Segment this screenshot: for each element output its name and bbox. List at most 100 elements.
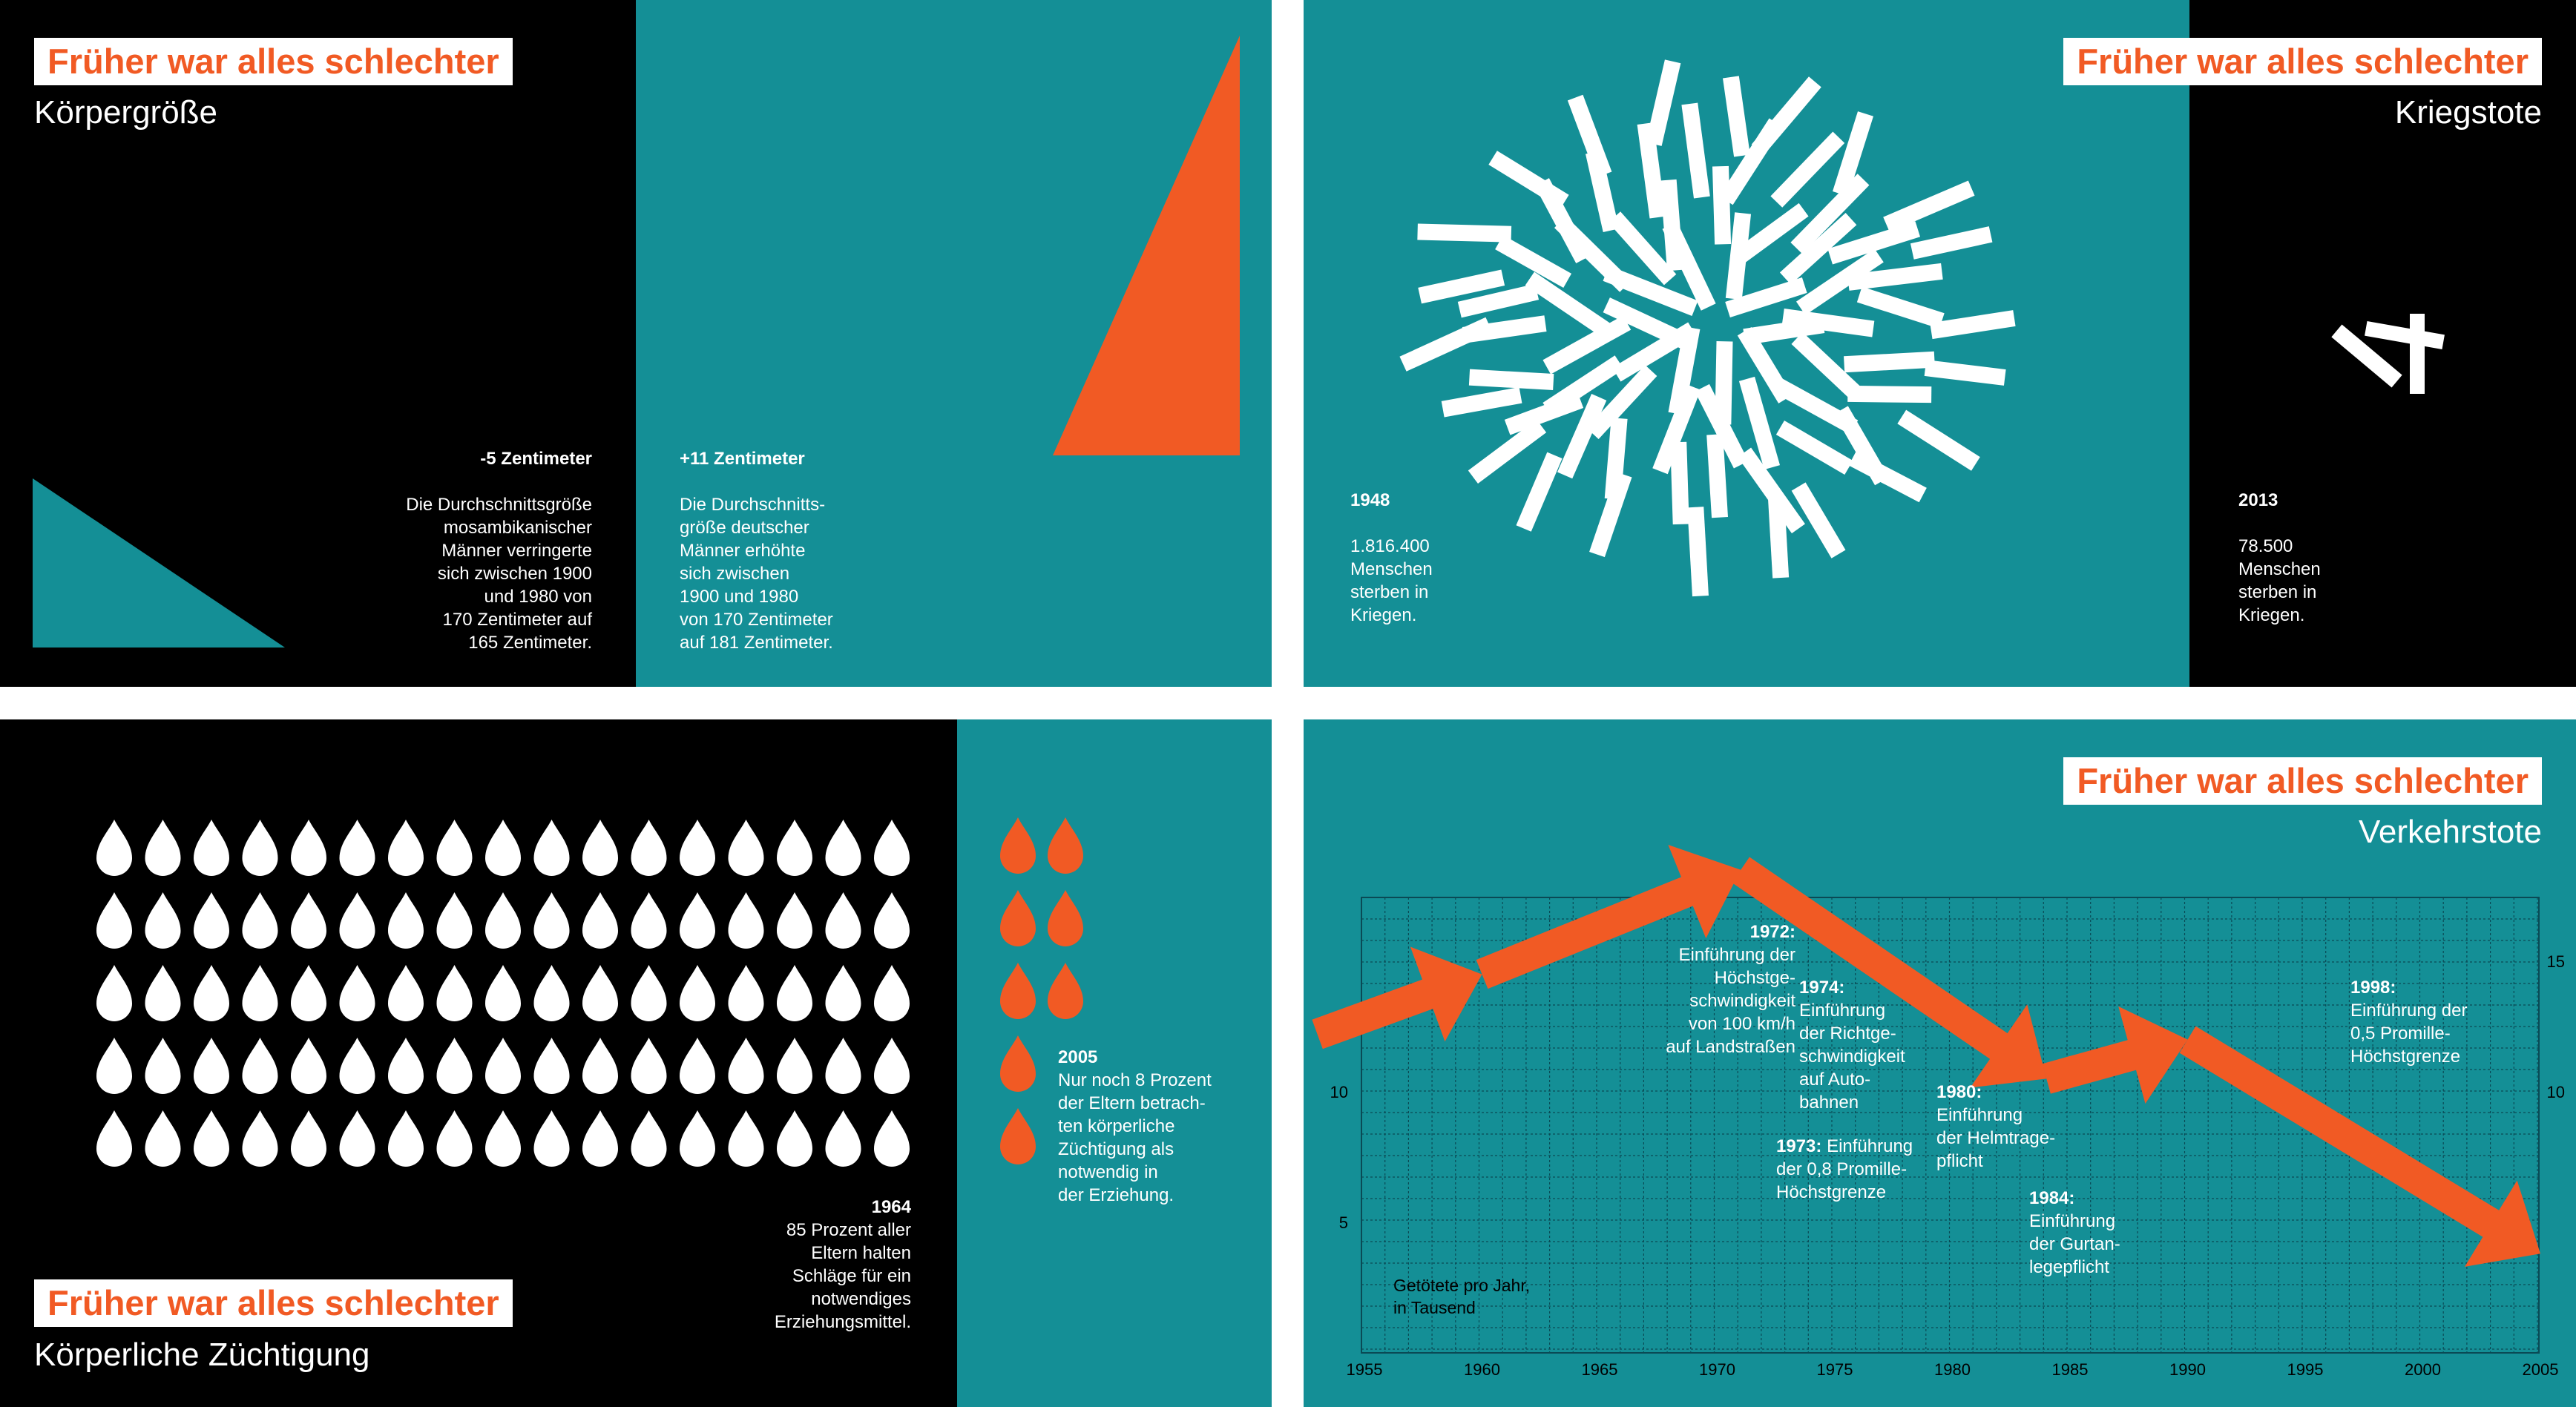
x-tick-label: 2000 [2405, 1360, 2441, 1379]
drop [485, 820, 521, 876]
drop [777, 820, 812, 876]
bar [1516, 452, 1563, 532]
year: 1973: [1776, 1136, 1822, 1156]
drop [436, 820, 473, 876]
body: Nur noch 8 Prozent der Eltern betrach- t… [1058, 1070, 1212, 1205]
teal-triangle-decrease [33, 478, 285, 648]
drop [874, 965, 910, 1021]
drop [728, 820, 764, 876]
bar [1687, 507, 1709, 597]
body: 85 Prozent aller Eltern halten Schläge f… [774, 1220, 911, 1332]
drop [680, 820, 715, 876]
drop [1048, 890, 1083, 946]
y-tick-label-right: 10 [2547, 1083, 2565, 1101]
drop [96, 965, 132, 1021]
drop [533, 1038, 570, 1094]
drop [485, 1038, 521, 1094]
series-title-tag: Früher war alles schlechter [34, 1279, 513, 1327]
bar [1847, 385, 1932, 403]
bar [1488, 151, 1569, 209]
bar [1660, 179, 1683, 271]
bar [1670, 441, 1689, 525]
mozambique-text: -5 Zentimeter Die Durchschnittsgröße mos… [386, 447, 592, 654]
drop [1000, 963, 1036, 1019]
x-tick-label: 1975 [1817, 1360, 1853, 1379]
body: Die Durchschnittsgröße mosambikanischer … [406, 495, 592, 653]
drop [874, 892, 910, 949]
drop [582, 820, 618, 876]
drop [291, 892, 326, 949]
drop [533, 965, 570, 1021]
drop [96, 1038, 132, 1094]
bar [1910, 226, 1993, 260]
drop [680, 1110, 715, 1167]
drop [96, 1110, 132, 1167]
text: Einführung der Höchstge- schwindigkeit v… [1666, 945, 1795, 1057]
drop [1000, 890, 1036, 946]
drop [631, 1110, 667, 1167]
drop [825, 1110, 861, 1167]
text: Einführung der Gurtan- legepflicht [2029, 1211, 2120, 1277]
drop [728, 1038, 764, 1094]
drop [339, 1110, 375, 1167]
text: Einführung der 0,5 Promille- Höchstgrenz… [2350, 1001, 2468, 1067]
drop [242, 1110, 278, 1167]
bar [1468, 419, 1547, 484]
germany-text: +11 Zentimeter Die Durchschnitts- größe … [680, 447, 902, 654]
bar [1844, 351, 1935, 373]
drop [436, 1110, 473, 1167]
panel-subtitle: Körpergröße [34, 94, 218, 131]
annotation-1980: 1980: Einführung der Helmtrage- pflicht [1936, 1081, 2100, 1173]
series-title-tag: Früher war alles schlechter [2063, 38, 2542, 85]
drop [1000, 817, 1036, 874]
drop [825, 1038, 861, 1094]
bar [1646, 59, 1681, 146]
annotation-1972: 1972: Einführung der Höchstge- schwindig… [1608, 920, 1795, 1058]
drop [582, 892, 618, 949]
drop [194, 892, 229, 949]
drop [242, 820, 278, 876]
drop [1000, 1035, 1036, 1092]
drop [145, 1110, 181, 1167]
year: 1948 [1350, 490, 1390, 510]
x-tick-label: 1960 [1464, 1360, 1500, 1379]
year: 1974: [1799, 978, 1845, 998]
drop [96, 820, 132, 876]
drop [242, 965, 278, 1021]
panel-kriegstote: Früher war alles schlechter Kriegstote 1… [1304, 0, 2576, 687]
drop [825, 965, 861, 1021]
drop [194, 1110, 229, 1167]
drop [388, 1110, 424, 1167]
drop [728, 1110, 764, 1167]
drop [825, 892, 861, 949]
bar [1924, 360, 2006, 386]
drop [680, 1038, 715, 1094]
drop [145, 820, 181, 876]
x-tick-label: 1980 [1934, 1360, 1971, 1379]
drop [533, 820, 570, 876]
text-2005: 2005 Nur noch 8 Prozent der Eltern betra… [1058, 1046, 1251, 1207]
y-tick-label-right: 15 [2547, 952, 2565, 971]
x-tick-label: 1970 [1699, 1360, 1735, 1379]
year: 1984: [2029, 1188, 2075, 1208]
drop [388, 820, 424, 876]
body: 78.500 Menschen sterben in Kriegen. [2238, 536, 2321, 625]
bar [1770, 131, 1845, 208]
drop [339, 1038, 375, 1094]
panel-subtitle: Kriegstote [2394, 94, 2542, 131]
heading: +11 Zentimeter [680, 449, 805, 469]
drop [291, 965, 326, 1021]
drop [242, 1038, 278, 1094]
y-caption: Getötete pro Jahr, in Tausend [1393, 1276, 1531, 1317]
drop [631, 820, 667, 876]
bar [1712, 165, 1732, 245]
panel-subtitle: Körperliche Züchtigung [34, 1337, 370, 1373]
drop [145, 892, 181, 949]
year: 1964 [871, 1197, 911, 1217]
series-title-tag: Früher war alles schlechter [2063, 757, 2542, 805]
year: 1972: [1749, 922, 1795, 942]
panel-zuechtigung: 1964 85 Prozent aller Eltern halten Schl… [0, 719, 1272, 1407]
bar [1897, 409, 1980, 471]
drop [485, 965, 521, 1021]
x-tick-label: 1955 [1347, 1360, 1383, 1379]
